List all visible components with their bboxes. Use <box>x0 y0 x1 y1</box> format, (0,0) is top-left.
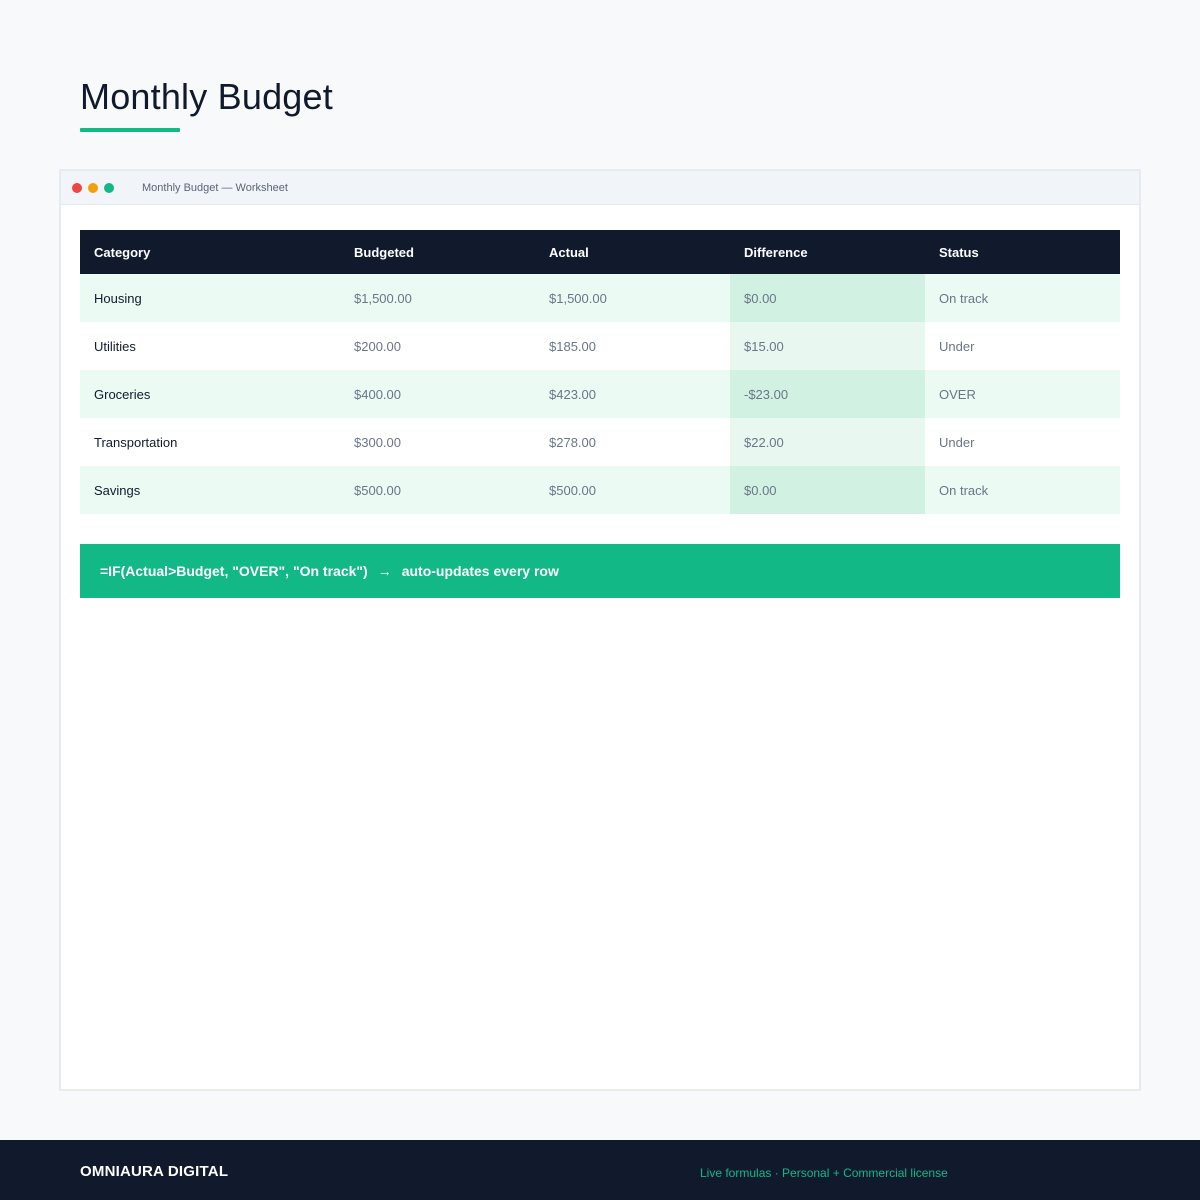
cell-status[interactable]: Under <box>925 418 1120 466</box>
cell-category[interactable]: Groceries <box>80 370 340 418</box>
cell-budgeted[interactable]: $300.00 <box>340 418 535 466</box>
cell-budgeted[interactable]: $1,500.00 <box>340 274 535 322</box>
cell-status[interactable]: On track <box>925 466 1120 514</box>
title-underline <box>80 128 180 132</box>
cell-difference[interactable]: $0.00 <box>730 466 925 514</box>
header-difference[interactable]: Difference <box>730 245 925 260</box>
table-header: Category Budgeted Actual Difference Stat… <box>80 230 1120 274</box>
cell-category[interactable]: Savings <box>80 466 340 514</box>
header-status[interactable]: Status <box>925 245 1120 260</box>
cell-status[interactable]: On track <box>925 274 1120 322</box>
page-title: Monthly Budget <box>80 76 333 117</box>
table-row: Utilities $200.00 $185.00 $15.00 Under <box>80 322 1120 370</box>
table-row: Groceries $400.00 $423.00 -$23.00 OVER <box>80 370 1120 418</box>
formula-expression: =IF(Actual>Budget, "OVER", "On track") <box>100 563 368 579</box>
cell-status[interactable]: Under <box>925 322 1120 370</box>
cell-actual[interactable]: $500.00 <box>535 466 730 514</box>
maximize-window-dot[interactable] <box>104 182 114 193</box>
cell-category[interactable]: Utilities <box>80 322 340 370</box>
header-actual[interactable]: Actual <box>535 245 730 260</box>
header-category[interactable]: Category <box>80 245 340 260</box>
cell-budgeted[interactable]: $400.00 <box>340 370 535 418</box>
formula-banner: =IF(Actual>Budget, "OVER", "On track") →… <box>80 544 1120 598</box>
cell-difference[interactable]: $22.00 <box>730 418 925 466</box>
cell-budgeted[interactable]: $500.00 <box>340 466 535 514</box>
cell-actual[interactable]: $278.00 <box>535 418 730 466</box>
header-budgeted[interactable]: Budgeted <box>340 245 535 260</box>
footer-tagline: Live formulas · Personal + Commercial li… <box>700 1166 948 1180</box>
cell-difference[interactable]: $15.00 <box>730 322 925 370</box>
worksheet-window: Monthly Budget — Worksheet Category Budg… <box>59 169 1141 1091</box>
arrow-right-icon: → <box>377 563 392 579</box>
cell-status[interactable]: OVER <box>925 370 1120 418</box>
cell-difference[interactable]: $0.00 <box>730 274 925 322</box>
cell-actual[interactable]: $1,500.00 <box>535 274 730 322</box>
cell-category[interactable]: Housing <box>80 274 340 322</box>
cell-budgeted[interactable]: $200.00 <box>340 322 535 370</box>
window-titlebar: Monthly Budget — Worksheet <box>61 171 1139 205</box>
brand-logo-text: OMNIAURA DIGITAL <box>80 1163 229 1180</box>
formula-note: auto-updates every row <box>401 563 559 579</box>
table-row: Savings $500.00 $500.00 $0.00 On track <box>80 466 1120 514</box>
cell-actual[interactable]: $423.00 <box>535 370 730 418</box>
cell-difference[interactable]: -$23.00 <box>730 370 925 418</box>
close-window-dot[interactable] <box>72 182 82 193</box>
minimize-window-dot[interactable] <box>88 182 98 193</box>
footer: OMNIAURA DIGITAL Live formulas · Persona… <box>0 1140 1200 1200</box>
cell-actual[interactable]: $185.00 <box>535 322 730 370</box>
window-title: Monthly Budget — Worksheet <box>142 181 288 194</box>
budget-table: Category Budgeted Actual Difference Stat… <box>80 230 1120 514</box>
table-row: Transportation $300.00 $278.00 $22.00 Un… <box>80 418 1120 466</box>
table-row: Housing $1,500.00 $1,500.00 $0.00 On tra… <box>80 274 1120 322</box>
cell-category[interactable]: Transportation <box>80 418 340 466</box>
